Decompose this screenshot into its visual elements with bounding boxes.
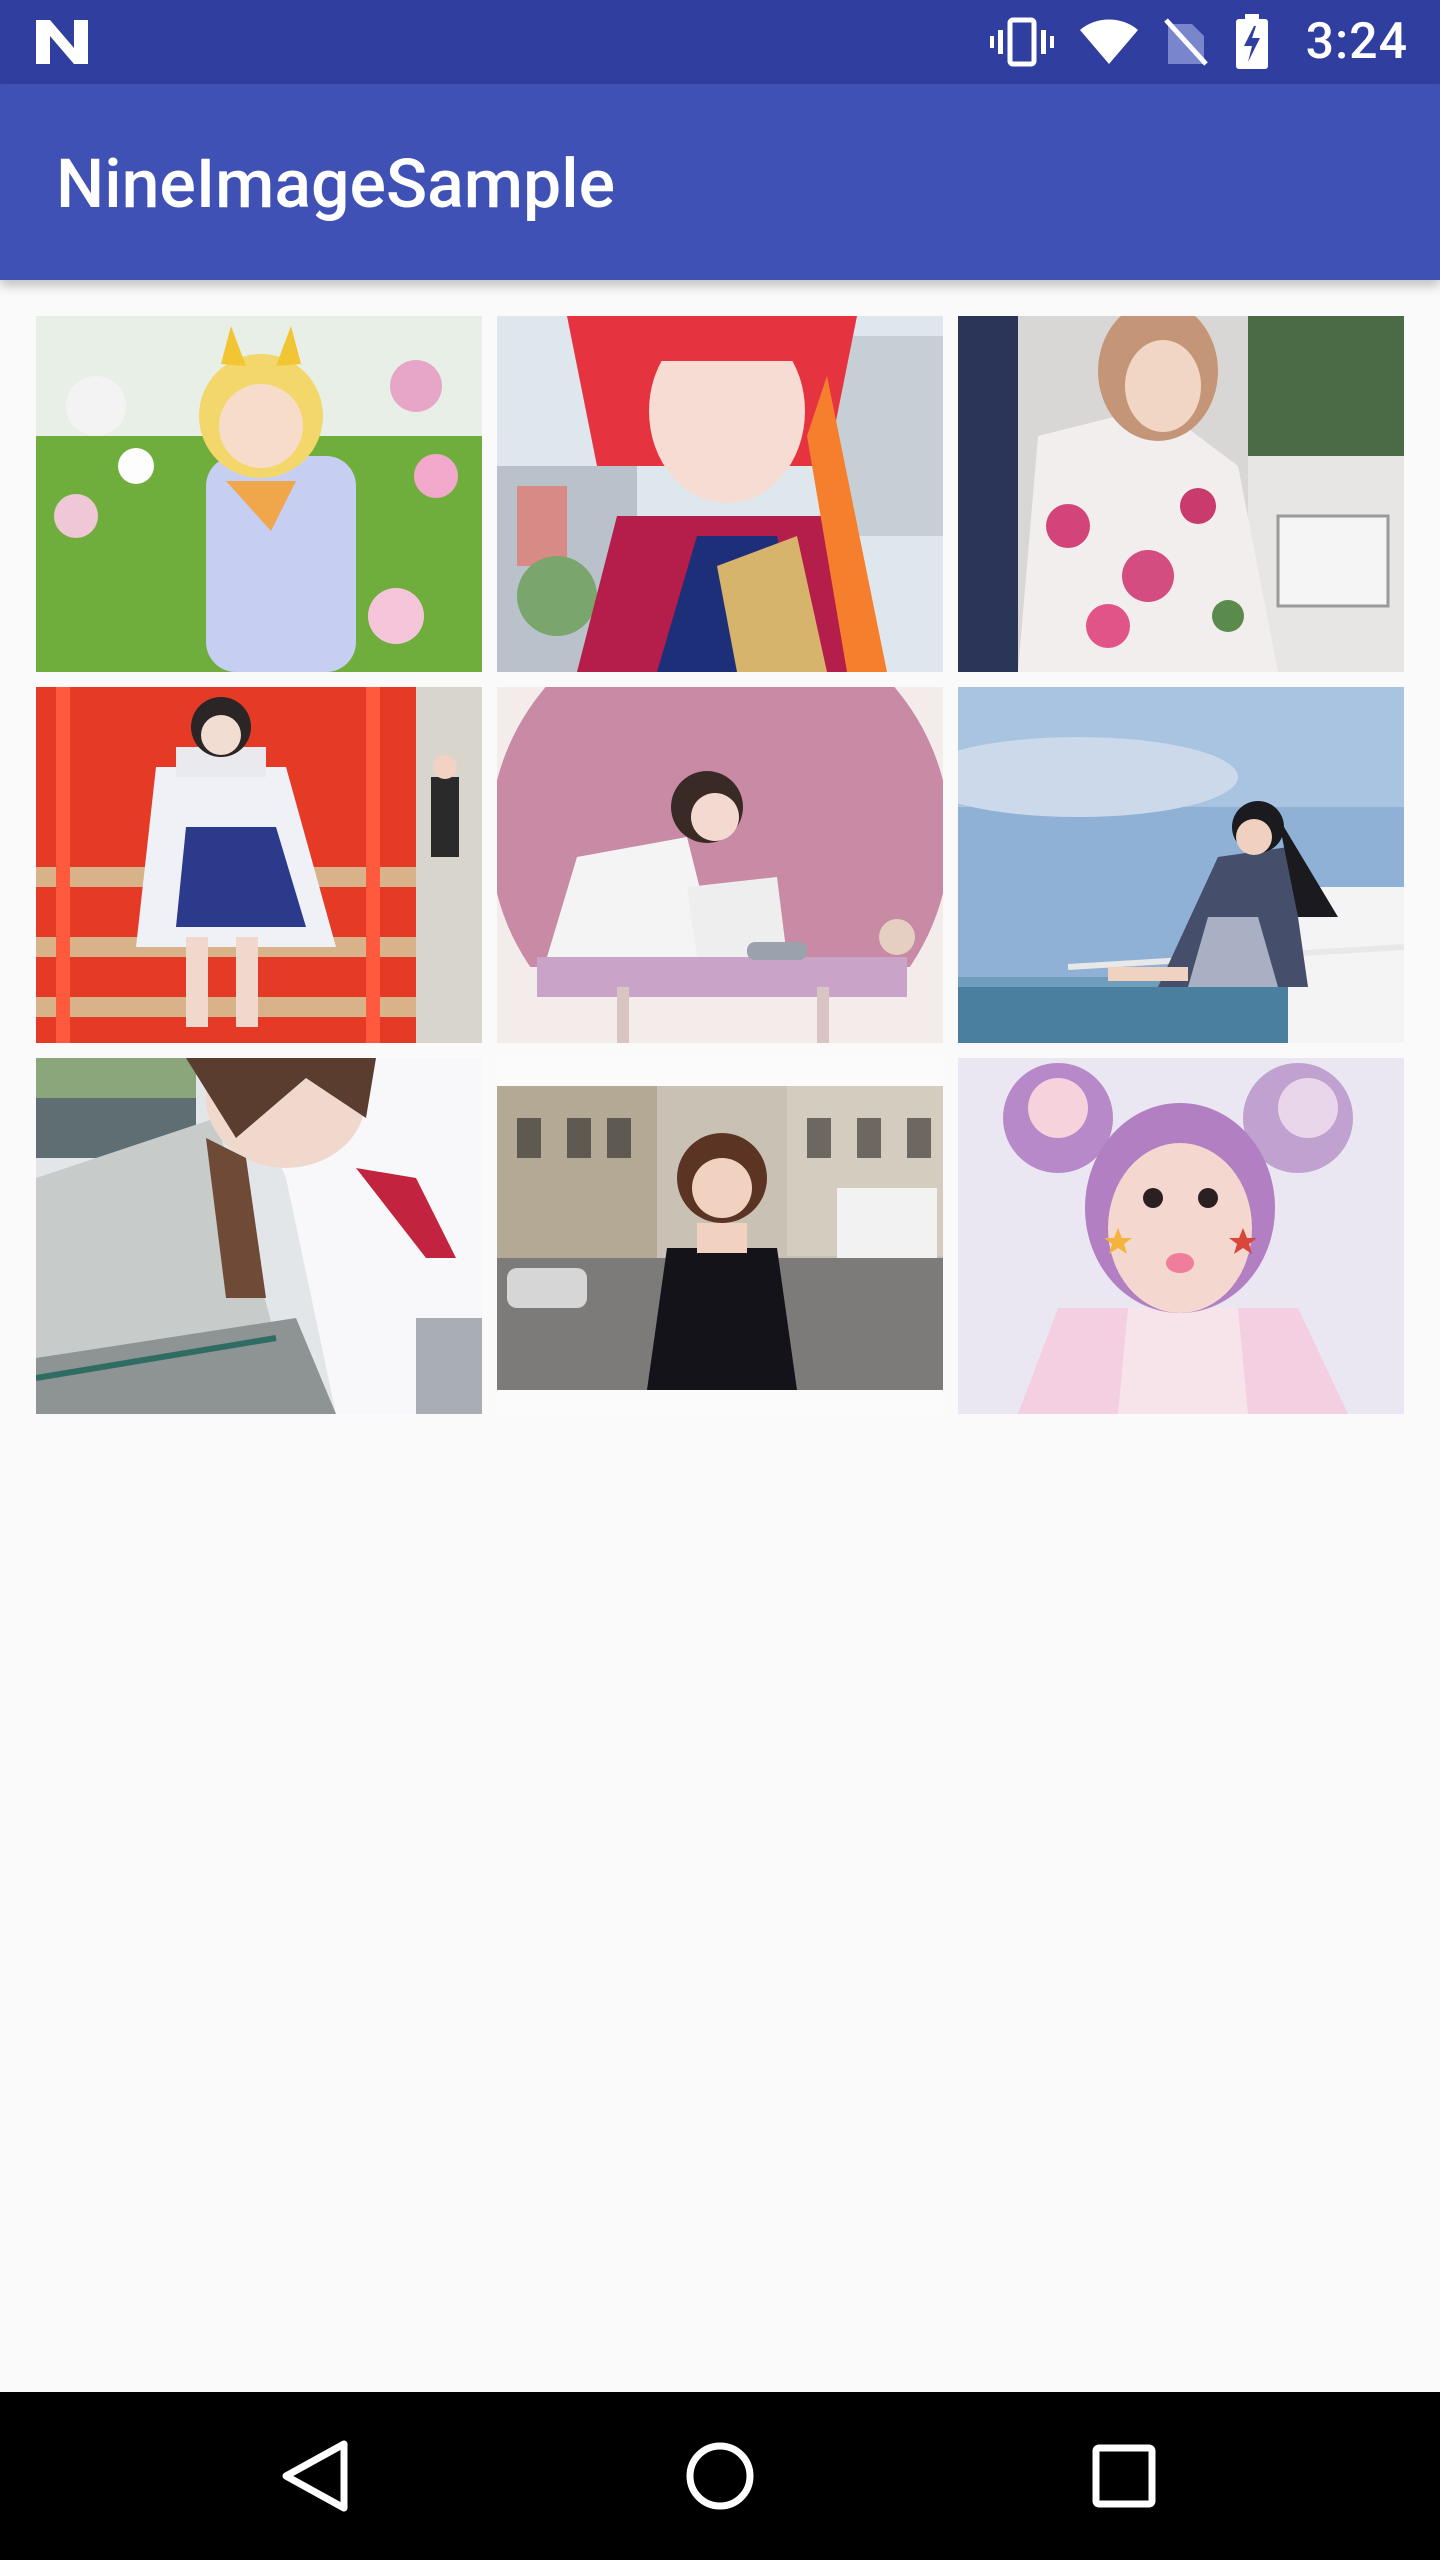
status-time: 3:24: [1305, 13, 1408, 71]
cosplay-girl-in-flower-garden-photo: [36, 316, 482, 672]
back-icon[interactable]: [268, 2428, 364, 2524]
red-haired-cosplay-selfie-photo: [497, 316, 943, 672]
kimono-cosplay-on-red-stairs-photo: [36, 687, 482, 1043]
battery-charging-icon: [1235, 14, 1268, 69]
no-sim-icon: [1163, 18, 1208, 66]
photo-tile-6[interactable]: [958, 687, 1404, 1043]
photo-tile-5[interactable]: [497, 687, 943, 1043]
app-bar: NineImageSample: [0, 84, 1440, 280]
photo-tile-1[interactable]: [36, 316, 482, 672]
photo-tile-7[interactable]: [36, 1058, 482, 1414]
wifi-icon: [1079, 19, 1138, 64]
photo-tile-8[interactable]: [497, 1058, 943, 1414]
nine-image-grid: [36, 316, 1404, 1414]
navigation-bar: [0, 2392, 1440, 2560]
recents-icon[interactable]: [1076, 2428, 1172, 2524]
n-logo-icon: [36, 20, 88, 64]
schoolgirl-uniform-selfie-photo: [36, 1058, 482, 1414]
photo-tile-3[interactable]: [958, 316, 1404, 672]
woman-sitting-on-boat-railing-photo: [958, 687, 1404, 1043]
girl-with-purple-buns-and-star-stickers-photo: [958, 1058, 1404, 1414]
status-bar: 3:24: [0, 0, 1440, 84]
vibrate-icon: [989, 17, 1054, 67]
photo-tile-2[interactable]: [497, 316, 943, 672]
home-icon[interactable]: [672, 2428, 768, 2524]
photo-tile-4[interactable]: [36, 687, 482, 1043]
woman-in-floral-dress-on-train-photo: [958, 316, 1404, 672]
girl-sitting-in-pink-round-alcove-photo: [497, 687, 943, 1043]
photo-tile-9[interactable]: [958, 1058, 1404, 1414]
app-title: NineImageSample: [56, 144, 616, 224]
woman-in-black-dress-paris-street-photo: [497, 1058, 943, 1414]
